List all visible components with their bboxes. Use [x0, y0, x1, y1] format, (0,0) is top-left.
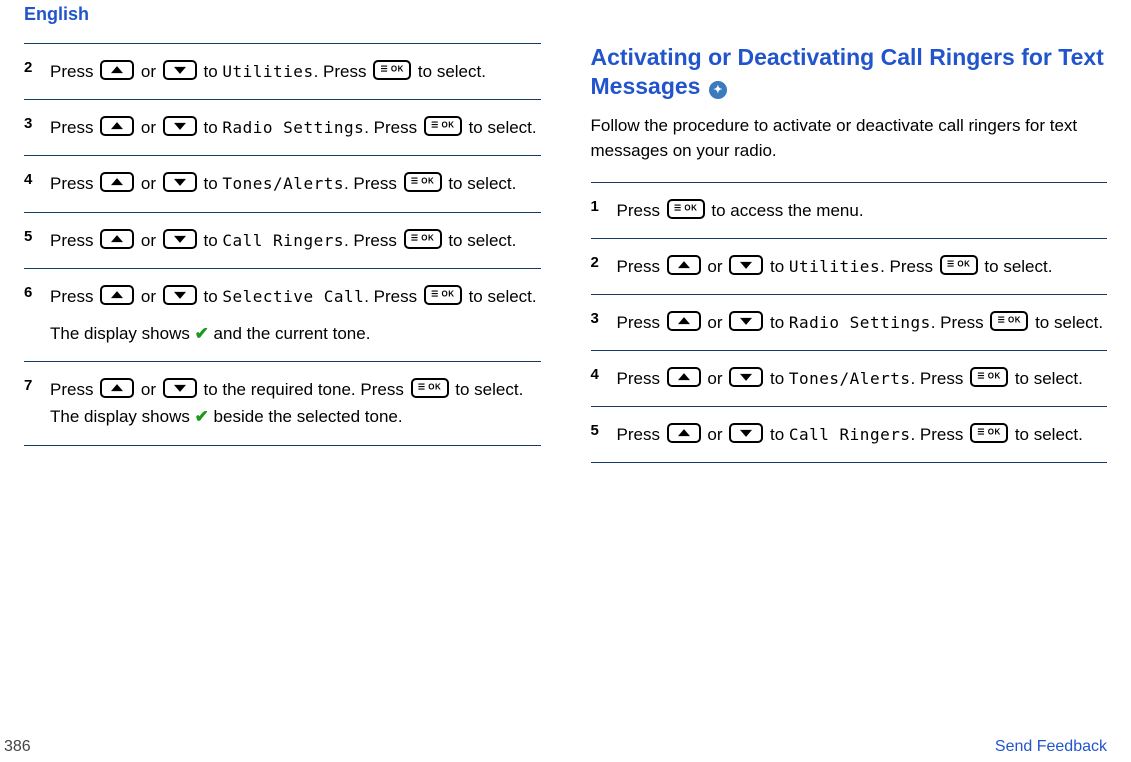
send-feedback-link[interactable]: Send Feedback [995, 738, 1107, 756]
step-body: Press to access the menu. [617, 197, 1108, 224]
down-button-icon [163, 285, 197, 305]
ok-button-icon [373, 60, 411, 80]
ok-button-icon [990, 311, 1028, 331]
menu-item-label: Tones/Alerts [789, 369, 911, 388]
step-body: Press or to Radio Settings. Press to sel… [617, 309, 1108, 336]
up-button-icon [667, 367, 701, 387]
step: 1 Press to access the menu. [591, 182, 1108, 238]
step-body: Press or to the required tone. Press to … [50, 376, 541, 430]
step-number: 6 [24, 283, 40, 347]
menu-item-label: Tones/Alerts [222, 174, 344, 193]
step: 2 Press or to Utilities. Press to select. [591, 238, 1108, 294]
ok-button-icon [424, 285, 462, 305]
up-button-icon [100, 172, 134, 192]
up-button-icon [100, 229, 134, 249]
ok-button-icon [970, 367, 1008, 387]
step-body: Press or to Call Ringers. Press to selec… [617, 421, 1108, 448]
step: 2 Press or to Utilities. Press to select. [24, 43, 541, 99]
page-header: English [24, 4, 1107, 25]
down-button-icon [163, 229, 197, 249]
step-body: Press or to Selective Call. Press to sel… [50, 283, 541, 347]
page-number: 386 [4, 738, 31, 756]
ok-button-icon [411, 378, 449, 398]
step-number: 2 [591, 253, 607, 280]
ok-button-icon [424, 116, 462, 136]
step-body: Press or to Utilities. Press to select. [617, 253, 1108, 280]
up-button-icon [100, 60, 134, 80]
menu-item-label: Call Ringers [789, 425, 911, 444]
step: 5 Press or to Call Ringers. Press to sele… [591, 406, 1108, 463]
step-number: 3 [591, 309, 607, 336]
ok-button-icon [404, 229, 442, 249]
up-button-icon [667, 423, 701, 443]
step-number: 7 [24, 376, 40, 430]
step-number: 4 [591, 365, 607, 392]
up-button-icon [667, 255, 701, 275]
section-title-text: Activating or Deactivating Call Ringers … [591, 44, 1104, 99]
ok-button-icon [667, 199, 705, 219]
menu-item-label: Call Ringers [222, 231, 344, 250]
step: 4 Press or to Tones/Alerts. Press to sele… [24, 155, 541, 211]
up-button-icon [667, 311, 701, 331]
step-body: Press or to Tones/Alerts. Press to selec… [617, 365, 1108, 392]
up-button-icon [100, 285, 134, 305]
info-icon: ✦ [709, 81, 727, 99]
menu-item-label: Radio Settings [789, 313, 931, 332]
left-column: 2 Press or to Utilities. Press to select.… [24, 43, 541, 463]
step: 7Press or to the required tone. Press to… [24, 361, 541, 445]
step-number: 5 [24, 227, 40, 254]
menu-item-label: Radio Settings [222, 118, 364, 137]
step: 3 Press or to Radio Settings. Press to se… [24, 99, 541, 155]
down-button-icon [729, 367, 763, 387]
menu-item-label: Utilities [222, 62, 313, 81]
step-body: Press or to Utilities. Press to select. [50, 58, 541, 85]
step-number: 4 [24, 170, 40, 197]
step: 3 Press or to Radio Settings. Press to se… [591, 294, 1108, 350]
menu-item-label: Utilities [789, 257, 880, 276]
step-body: Press or to Call Ringers. Press to selec… [50, 227, 541, 254]
menu-item-label: Selective Call [222, 287, 364, 306]
down-button-icon [729, 255, 763, 275]
step-body: Press or to Radio Settings. Press to sel… [50, 114, 541, 141]
ok-button-icon [940, 255, 978, 275]
step-number: 5 [591, 421, 607, 448]
down-button-icon [729, 423, 763, 443]
step: 6Press or to Selective Call. Press to se… [24, 268, 541, 361]
up-button-icon [100, 378, 134, 398]
checkmark-icon: ✔ [195, 324, 209, 343]
step: 5 Press or to Call Ringers. Press to sele… [24, 212, 541, 268]
ok-button-icon [404, 172, 442, 192]
checkmark-icon: ✔ [195, 407, 209, 426]
section-title: Activating or Deactivating Call Ringers … [591, 43, 1108, 101]
step-number: 2 [24, 58, 40, 85]
right-column: Activating or Deactivating Call Ringers … [591, 43, 1108, 463]
ok-button-icon [970, 423, 1008, 443]
step-number: 3 [24, 114, 40, 141]
down-button-icon [163, 378, 197, 398]
step-number: 1 [591, 197, 607, 224]
up-button-icon [100, 116, 134, 136]
step-body: Press or to Tones/Alerts. Press to selec… [50, 170, 541, 197]
down-button-icon [163, 172, 197, 192]
section-intro: Follow the procedure to activate or deac… [591, 113, 1108, 164]
down-button-icon [163, 60, 197, 80]
down-button-icon [163, 116, 197, 136]
step: 4 Press or to Tones/Alerts. Press to sele… [591, 350, 1108, 406]
down-button-icon [729, 311, 763, 331]
